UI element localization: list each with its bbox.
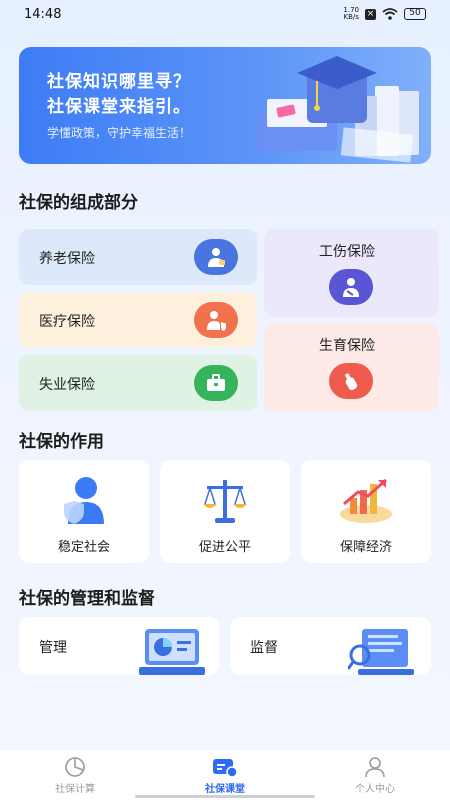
- status-time: 14:48: [24, 6, 62, 22]
- medical-person-icon: [194, 302, 238, 338]
- person-icon: [365, 757, 385, 778]
- function-card-economy[interactable]: 保障经济: [301, 460, 431, 563]
- nav-item-classroom[interactable]: 社保课堂: [150, 750, 300, 800]
- card-label: 工伤保险: [319, 244, 375, 260]
- section-title-management: 社保的管理和监督: [19, 589, 155, 609]
- card-label: 养老保险: [39, 251, 95, 267]
- banner-title-line2: 社保课堂来指引。: [47, 97, 191, 117]
- wifi-icon: [382, 8, 398, 20]
- status-icons: 1.70 KB/s × 50: [343, 7, 426, 21]
- function-label: 稳定社会: [57, 540, 110, 555]
- card-label: 医疗保险: [39, 314, 95, 330]
- injured-person-icon: [329, 269, 373, 305]
- function-card-fairness[interactable]: 促进公平: [160, 460, 290, 563]
- briefcase-icon: [194, 365, 238, 401]
- management-card-supervise[interactable]: 监督: [230, 617, 431, 675]
- card-work-injury-insurance[interactable]: 工伤保险: [264, 229, 439, 317]
- nav-item-profile[interactable]: 个人中心: [300, 750, 450, 800]
- function-label: 保障经济: [339, 540, 392, 555]
- baby-bottle-icon: [329, 363, 373, 399]
- hero-banner[interactable]: 社保知识哪里寻？ 社保课堂来指引。 学懂政策，守护幸福生活！: [19, 47, 431, 164]
- card-unemployment-insurance[interactable]: 失业保险: [19, 355, 257, 411]
- section-title-functions: 社保的作用: [19, 432, 104, 452]
- card-pension-insurance[interactable]: 养老保险: [19, 229, 257, 285]
- nav-label: 社保课堂: [205, 784, 245, 795]
- balance-scale-icon: [203, 480, 247, 523]
- card-medical-insurance[interactable]: 医疗保险: [19, 292, 257, 348]
- card-maternity-insurance[interactable]: 生育保险: [264, 323, 439, 411]
- elderly-person-icon: [194, 239, 238, 275]
- classroom-icon: [213, 759, 238, 778]
- nav-label: 个人中心: [355, 784, 395, 795]
- banner-subtitle: 学懂政策，守护幸福生活！: [47, 126, 192, 140]
- nav-label: 社保计算: [55, 784, 95, 795]
- section-title-composition: 社保的组成部分: [19, 193, 138, 213]
- growth-chart-icon: [340, 478, 392, 523]
- document-search-icon: [348, 629, 414, 675]
- person-shield-icon: [64, 477, 104, 524]
- function-card-stability[interactable]: 稳定社会: [19, 460, 149, 563]
- battery-icon: 50: [404, 8, 426, 20]
- card-label: 失业保险: [39, 377, 95, 393]
- home-indicator: [135, 795, 315, 798]
- monitor-chart-icon: [139, 629, 205, 675]
- sim-off-icon: ×: [365, 8, 376, 20]
- status-bar: 14:48 1.70 KB/s × 50: [0, 0, 450, 28]
- network-speed: 1.70 KB/s: [343, 6, 359, 21]
- card-label: 生育保险: [319, 338, 375, 354]
- management-label: 管理: [39, 640, 67, 656]
- function-label: 促进公平: [198, 540, 251, 555]
- nav-item-calculator[interactable]: 社保计算: [0, 750, 150, 800]
- pie-chart-icon: [65, 757, 85, 777]
- management-label: 监督: [250, 640, 278, 656]
- banner-title-line1: 社保知识哪里寻？: [47, 72, 191, 92]
- graduation-books-illustration: [257, 56, 419, 163]
- management-card-manage[interactable]: 管理: [19, 617, 219, 675]
- bottom-nav: 社保计算 社保课堂 个人中心: [0, 750, 450, 800]
